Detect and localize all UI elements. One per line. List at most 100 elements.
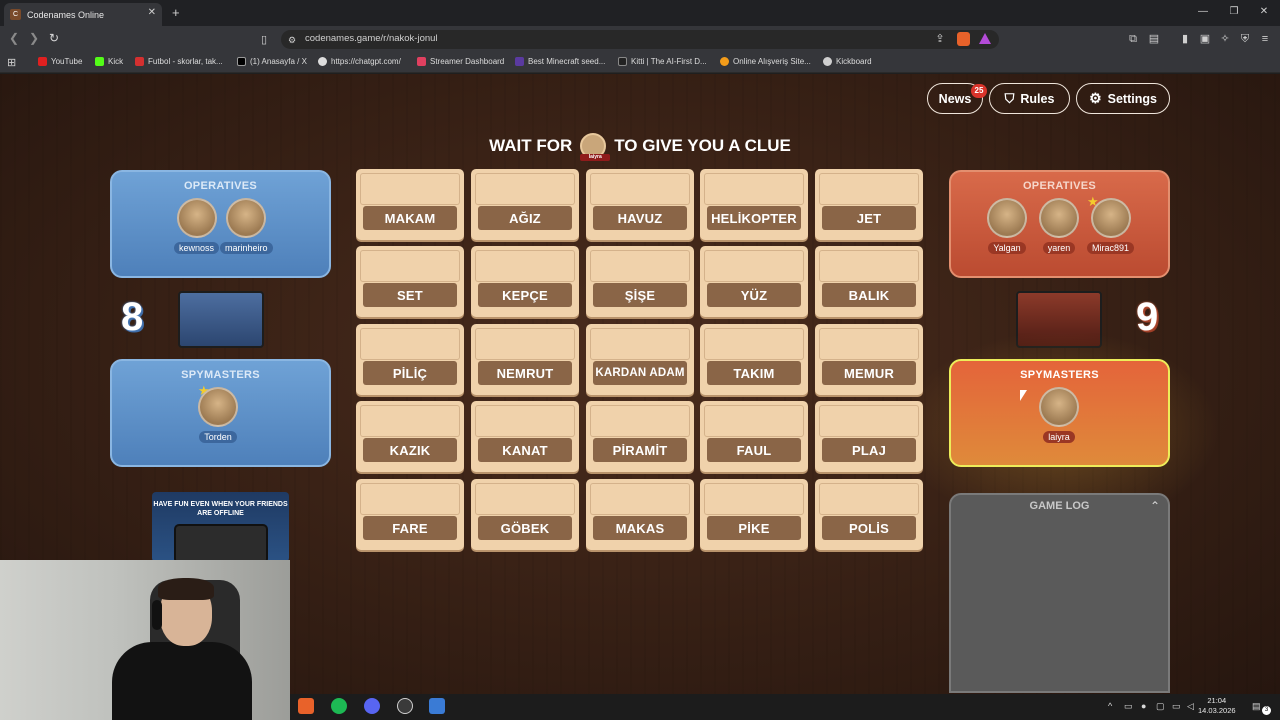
apps-grid-icon[interactable]: ⊞ [7, 56, 16, 69]
bookmark-youtube[interactable]: YouTube [38, 57, 82, 66]
person-body [112, 642, 252, 720]
restore-icon[interactable]: ❐ [1224, 6, 1244, 17]
player-yaren[interactable]: yaren [1039, 198, 1079, 256]
bookmark-x[interactable]: (1) Anasayfa / X [237, 57, 307, 66]
word-card[interactable]: PİRAMİT [586, 401, 694, 472]
word-card-label: PİLİÇ [363, 361, 457, 385]
brave-shield-icon[interactable] [957, 32, 970, 46]
bookmark-online-alisveris[interactable]: Online Alışveriş Site... [720, 57, 811, 66]
word-card[interactable]: JET [815, 169, 923, 240]
obs-app-icon[interactable] [397, 698, 413, 714]
word-card-label: POLİS [822, 516, 916, 540]
menu-icon[interactable]: ≡ [1258, 32, 1272, 46]
spymaster-avatar: laiyra [580, 133, 611, 161]
reload-icon[interactable]: ↻ [47, 31, 61, 45]
word-card[interactable]: MAKAS [586, 479, 694, 550]
tray-overflow-icon[interactable]: ^ [1108, 701, 1112, 711]
word-card-label: KARDAN ADAM [593, 361, 687, 385]
settings-button[interactable]: ⚙ Settings [1076, 83, 1170, 114]
forward-icon[interactable]: ❯ [27, 31, 41, 45]
word-card[interactable]: KAZIK [356, 401, 464, 472]
brave-app-icon[interactable] [298, 698, 314, 714]
browser-tab[interactable]: C Codenames Online ✕ [4, 3, 162, 26]
mouse-cursor-icon [1020, 390, 1027, 401]
volume-icon[interactable]: ◁ [1187, 701, 1194, 712]
word-card[interactable]: YÜZ [700, 246, 808, 317]
word-card[interactable]: FARE [356, 479, 464, 550]
rules-button[interactable]: ⛉ Rules [989, 83, 1070, 114]
tab-search-icon[interactable]: ▤ [1147, 32, 1161, 46]
bookmark-icon: ⛉ [1004, 90, 1015, 106]
word-card[interactable]: PLAJ [815, 401, 923, 472]
kitti-icon [618, 57, 627, 66]
bookmark-chatgpt[interactable]: https://chatgpt.com/ [318, 57, 401, 66]
back-icon[interactable]: ❮ [7, 31, 21, 45]
new-tab-icon[interactable]: + [172, 5, 180, 20]
display-icon[interactable]: ▢ [1156, 701, 1165, 712]
player-laiyra[interactable]: laiyra [1039, 387, 1079, 445]
player-torden[interactable]: Torden [198, 387, 238, 445]
word-card[interactable]: HELİKOPTER [700, 169, 808, 240]
word-card[interactable]: FAUL [700, 401, 808, 472]
bookmark-kick[interactable]: Kick [95, 57, 123, 66]
word-card[interactable]: KEPÇE [471, 246, 579, 317]
word-card[interactable]: PİKE [700, 479, 808, 550]
bookmark-kitti[interactable]: Kitti | The AI-First D... [618, 57, 707, 66]
tab-title: Codenames Online [27, 9, 105, 20]
word-card[interactable]: HAVUZ [586, 169, 694, 240]
word-card[interactable]: SET [356, 246, 464, 317]
site-info-icon[interactable]: ⚙ [285, 33, 299, 47]
network-icon[interactable]: ▭ [1172, 701, 1181, 712]
word-card[interactable]: AĞIZ [471, 169, 579, 240]
word-card[interactable]: BALIK [815, 246, 923, 317]
word-card-label: KAZIK [363, 438, 457, 462]
chevron-up-icon[interactable]: ⌃ [1150, 499, 1160, 513]
kickboard-icon [823, 57, 832, 66]
vpn-icon[interactable]: ⛨ [1238, 32, 1252, 46]
battery-icon[interactable]: ▭ [1124, 701, 1133, 712]
word-card[interactable]: MAKAM [356, 169, 464, 240]
player-kewnoss[interactable]: kewnoss [174, 198, 220, 256]
youtube-icon [38, 57, 47, 66]
word-card-label: TAKIM [707, 361, 801, 385]
tab-strip [0, 0, 1280, 26]
microphone-icon[interactable]: ● [1141, 701, 1146, 711]
bookmark-minecraft[interactable]: Best Minecraft seed... [515, 57, 605, 66]
word-card[interactable]: KANAT [471, 401, 579, 472]
app-icon[interactable] [429, 698, 445, 714]
sidebar-icon[interactable]: ▮ [1178, 32, 1192, 46]
player-mirac891[interactable]: Mirac891 [1087, 198, 1135, 256]
close-window-icon[interactable]: ✕ [1254, 6, 1274, 17]
discord-app-icon[interactable] [364, 698, 380, 714]
avatar [1039, 198, 1079, 238]
close-tab-icon[interactable]: ✕ [148, 7, 156, 18]
player-marinheiro[interactable]: marinheiro [220, 198, 273, 256]
word-card[interactable]: MEMUR [815, 324, 923, 395]
taskbar-clock[interactable]: 21:04 14.03.2026 [1198, 696, 1236, 716]
word-card[interactable]: GÖBEK [471, 479, 579, 550]
bookmark-icon[interactable]: ▯ [257, 33, 271, 47]
notification-icon[interactable]: ▤ [1252, 701, 1261, 712]
spotify-app-icon[interactable] [331, 698, 347, 714]
extensions-icon[interactable]: ⧉ [1126, 32, 1140, 46]
leo-ai-icon[interactable]: ✧ [1218, 32, 1232, 46]
word-card[interactable]: ŞİŞE [586, 246, 694, 317]
wallet-icon[interactable]: ▣ [1198, 32, 1212, 46]
word-card[interactable]: POLİS [815, 479, 923, 550]
share-icon[interactable]: ⇪ [933, 32, 947, 46]
offline-promo-banner[interactable]: HAVE FUN EVEN WHEN YOUR FRIENDS ARE OFFL… [152, 492, 289, 562]
minimize-icon[interactable]: — [1193, 6, 1213, 17]
game-log-panel: GAME LOG ⌃ [949, 493, 1170, 693]
word-card[interactable]: NEMRUT [471, 324, 579, 395]
word-card[interactable]: PİLİÇ [356, 324, 464, 395]
word-card-label: HAVUZ [593, 206, 687, 230]
blue-operatives-panel: OPERATIVES kewnoss marinheiro [110, 170, 331, 278]
brave-rewards-icon[interactable] [979, 33, 991, 44]
word-card-label: AĞIZ [478, 206, 572, 230]
bookmark-futbol[interactable]: Futbol - skorlar, tak... [135, 57, 223, 66]
bookmark-streamer-dashboard[interactable]: Streamer Dashboard [417, 57, 504, 66]
word-card[interactable]: KARDAN ADAM [586, 324, 694, 395]
player-yalgan[interactable]: Yalgan [987, 198, 1027, 256]
bookmark-kickboard[interactable]: Kickboard [823, 57, 872, 66]
word-card[interactable]: TAKIM [700, 324, 808, 395]
